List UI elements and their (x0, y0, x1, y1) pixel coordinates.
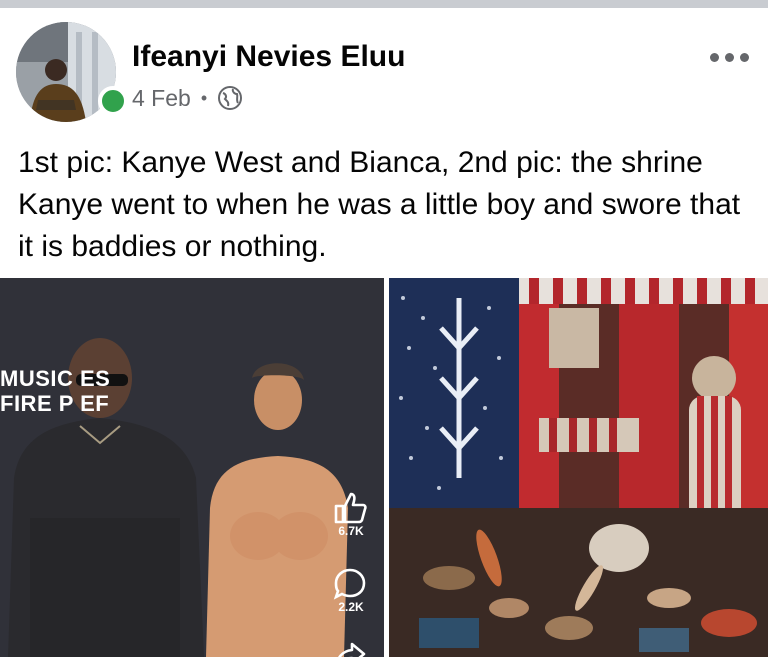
online-status-dot (98, 86, 128, 116)
more-options-icon[interactable] (710, 50, 750, 64)
backdrop-text-music: MUSIC ES (0, 366, 111, 391)
top-divider (0, 0, 768, 8)
post-meta: 4 Feb • (132, 84, 243, 112)
post-caption: 1st pic: Kanye West and Bianca, 2nd pic:… (18, 146, 741, 263)
globe-icon (218, 86, 243, 110)
comment-count: 2.2K (338, 600, 364, 614)
post-date[interactable]: 4 Feb (132, 85, 191, 112)
comment-bubble-icon[interactable] (330, 564, 370, 604)
like-count: 6.7K (338, 524, 364, 538)
author-name[interactable]: Ifeanyi Nevies Eluu (132, 40, 405, 74)
share-arrow-icon[interactable] (330, 638, 370, 657)
thumbs-up-icon[interactable] (330, 488, 370, 528)
meta-separator: • (200, 87, 208, 108)
photo-shrine[interactable] (389, 278, 768, 657)
backdrop-text-fire: FIRE P EF (0, 391, 110, 416)
photo-kanye-bianca[interactable]: MUSIC ES FIRE P EF 6.7K 2.2K (0, 278, 384, 657)
